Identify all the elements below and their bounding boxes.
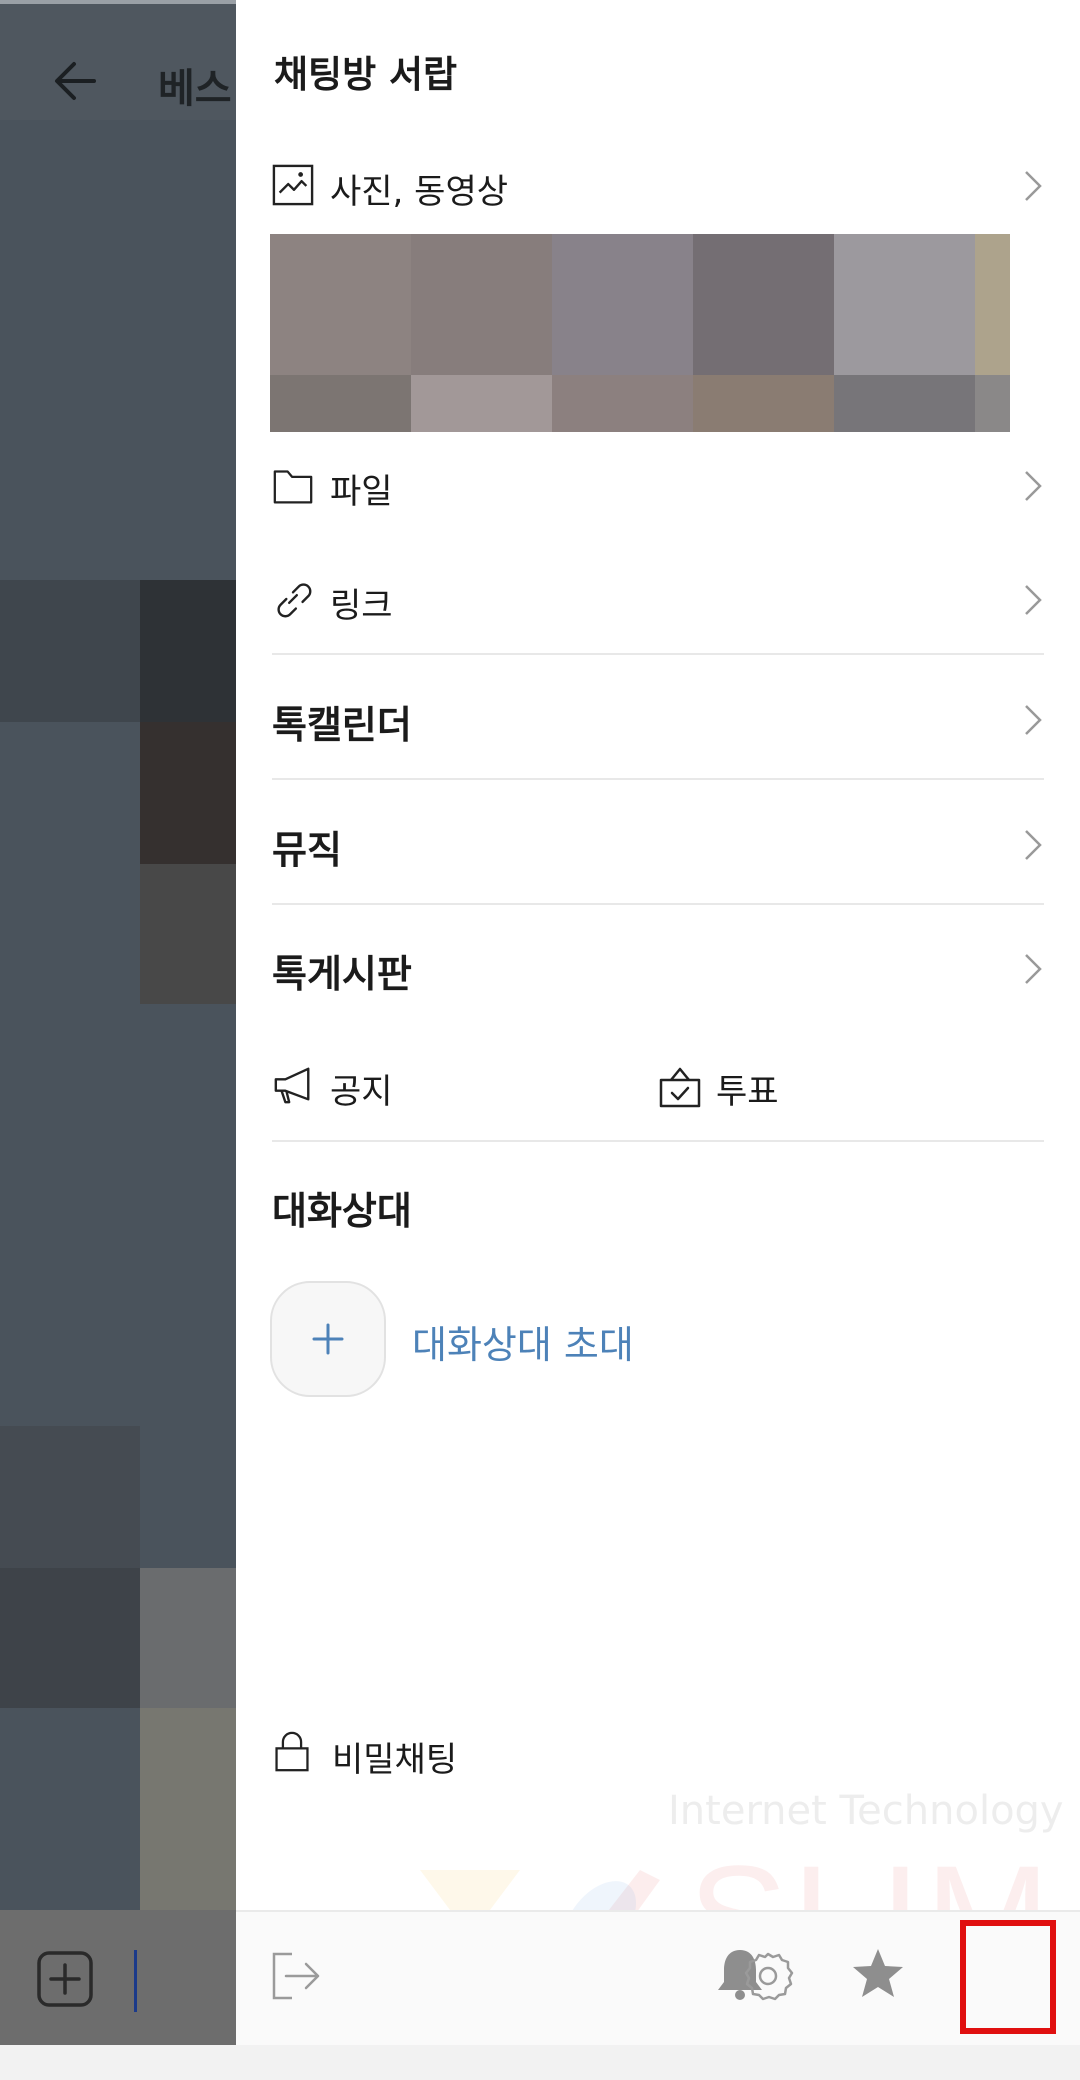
star-icon[interactable] [850,1946,906,2002]
notice-button[interactable]: 공지 [272,1060,572,1112]
blurred-message [0,1426,140,1568]
ballot-box-icon [659,1067,701,1108]
media-thumbnail[interactable] [693,234,834,375]
media-thumbnail[interactable] [270,375,411,432]
section-divider [272,653,1044,655]
talk-board-label: 톡게시판 [272,952,412,996]
exit-icon[interactable] [270,1950,322,2002]
media-thumbnail-strip[interactable] [270,234,1010,432]
watermark-text: Internet Technology [668,1788,1064,1834]
media-thumbnail[interactable] [975,375,1010,432]
members-section-title: 대화상대 [272,1189,412,1233]
lock-icon [275,1731,309,1772]
chat-room-title: 베스 [158,66,232,112]
chevron-right-icon [1025,830,1042,860]
file-label: 파일 [330,472,393,512]
settings-icon[interactable] [740,1948,796,2004]
talk-board-row[interactable]: 톡게시판 [272,941,1044,997]
file-row[interactable]: 파일 [272,460,1044,512]
media-row[interactable]: 사진, 동영상 [272,160,1044,212]
media-thumbnail[interactable] [834,375,975,432]
talk-calendar-row[interactable]: 톡캘린더 [272,692,1044,748]
back-arrow-icon[interactable] [50,50,110,110]
music-label: 뮤직 [272,828,342,872]
secret-chat-label: 비밀채팅 [332,1740,458,1780]
blurred-message [0,580,140,722]
media-thumbnail[interactable] [552,375,693,432]
invite-member-label[interactable]: 대화상대 초대 [412,1314,634,1369]
section-divider [272,903,1044,905]
secret-chat-row[interactable]: 비밀채팅 [272,1726,1044,1782]
chevron-right-icon [1025,171,1042,201]
chevron-right-icon [1025,954,1042,984]
notice-label: 공지 [330,1072,393,1112]
plus-icon [312,1323,344,1355]
folder-icon [273,470,313,504]
megaphone-icon [274,1067,310,1104]
vote-button[interactable]: 투표 [658,1060,958,1112]
blurred-message [140,864,240,1004]
drawer-bottom-bar [236,1910,1080,2047]
system-bottom-strip [0,2045,1080,2080]
media-thumbnail[interactable] [411,375,552,432]
link-icon [277,583,312,618]
blurred-message [140,1568,240,1708]
chat-drawer-panel: 채팅방 서랍 사진, 동영상 파일 링크 톡캘린더 뮤직 톡게시판 공지 투표 … [236,0,1080,2060]
chevron-right-icon [1025,705,1042,735]
blurred-message [140,580,240,722]
blurred-message [140,722,240,864]
link-row[interactable]: 링크 [272,574,1044,626]
blurred-message [140,1708,240,1910]
chevron-right-icon [1025,585,1042,615]
invite-member-button[interactable] [270,1281,386,1397]
music-row[interactable]: 뮤직 [272,817,1044,873]
media-thumbnail[interactable] [552,234,693,375]
media-thumbnail[interactable] [834,234,975,375]
members-section-header: 대화상대 [272,1178,1044,1234]
vote-label: 투표 [716,1072,779,1112]
media-thumbnail[interactable] [693,375,834,432]
section-divider [272,778,1044,780]
media-thumbnail[interactable] [411,234,552,375]
section-divider [272,1140,1044,1142]
image-icon [272,164,314,206]
text-cursor [134,1950,137,2012]
settings-highlight-box [960,1920,1056,2034]
chevron-right-icon [1025,471,1042,501]
talk-calendar-label: 톡캘린더 [272,703,412,747]
media-thumbnail[interactable] [270,234,411,375]
link-label: 링크 [330,586,393,626]
plus-icon[interactable] [36,1950,94,2008]
media-thumbnail[interactable] [975,234,1010,375]
blurred-message [0,1568,140,1708]
media-label: 사진, 동영상 [330,172,509,212]
drawer-title: 채팅방 서랍 [274,53,458,96]
